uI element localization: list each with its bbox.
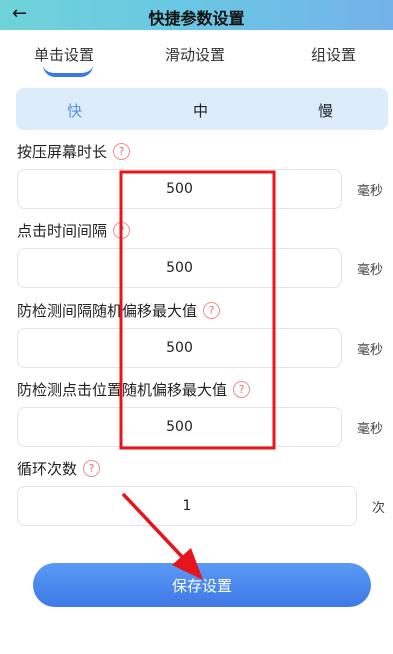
help-icon[interactable]: ? [233,381,251,398]
loop-count-label: 循环次数? [17,458,101,479]
active-tab-indicator [43,65,93,77]
interval-random-offset-unit: 毫秒 [357,343,384,358]
position-random-offset-label-text: 防检测点击位置随机偏移最大值 [17,381,228,399]
tab-group-settings[interactable]: 组设置 [311,44,356,65]
interval-random-offset-input[interactable] [17,328,342,368]
speed-selector: 快 中 慢 [16,88,388,130]
help-icon[interactable]: ? [113,222,131,239]
settings-tabs: 单击设置 滑动设置 组设置 [0,44,393,77]
loop-count-input[interactable] [17,486,357,526]
press-duration-input[interactable] [17,169,342,209]
loop-count-label-text: 循环次数 [17,460,78,478]
click-interval-label-text: 点击时间间隔 [17,222,108,240]
interval-random-offset-label: 防检测间隔随机偏移最大值? [17,300,221,321]
speed-option-slow[interactable]: 慢 [318,100,333,121]
position-random-offset-unit: 毫秒 [357,422,384,437]
position-random-offset-input[interactable] [17,407,342,447]
save-settings-button[interactable]: 保存设置 [33,563,371,607]
help-icon[interactable]: ? [203,302,221,319]
press-duration-label: 按压屏幕时长? [17,141,131,162]
interval-random-offset-label-text: 防检测间隔随机偏移最大值 [17,302,198,320]
loop-count-unit: 次 [372,501,386,516]
tab-swipe-settings[interactable]: 滑动设置 [165,44,225,65]
click-interval-unit: 毫秒 [357,263,384,278]
speed-option-medium[interactable]: 中 [193,100,208,121]
position-random-offset-label: 防检测点击位置随机偏移最大值? [17,379,251,400]
help-icon[interactable]: ? [113,143,131,160]
header-bar: ← 快捷参数设置 [0,0,393,30]
click-interval-label: 点击时间间隔? [17,220,131,241]
help-icon[interactable]: ? [83,460,101,477]
click-interval-input[interactable] [17,248,342,288]
press-duration-label-text: 按压屏幕时长 [17,143,108,161]
page-title: 快捷参数设置 [148,9,245,28]
press-duration-unit: 毫秒 [357,184,384,199]
tab-click-settings[interactable]: 单击设置 [34,44,94,65]
speed-option-fast[interactable]: 快 [67,100,82,121]
